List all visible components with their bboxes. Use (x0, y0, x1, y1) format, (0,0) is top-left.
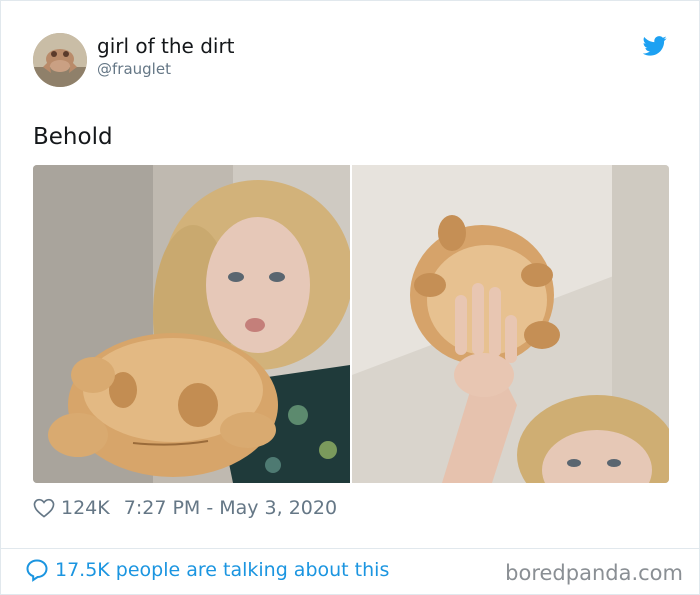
tweet-text: Behold (33, 124, 113, 150)
photo-bread-held-up[interactable] (352, 165, 669, 483)
avatar[interactable] (33, 33, 87, 87)
heart-icon[interactable] (33, 498, 55, 518)
display-name[interactable]: girl of the dirt (97, 34, 235, 58)
twitter-bird-icon[interactable] (643, 35, 667, 57)
tweet-media[interactable] (33, 165, 669, 483)
watermark: boredpanda.com (505, 561, 683, 585)
tweet-meta: 124K 7:27 PM - May 3, 2020 (33, 495, 337, 521)
footer-divider (1, 548, 700, 549)
user-handle[interactable]: @frauglet (97, 60, 171, 78)
conversation-link[interactable]: 17.5K people are talking about this (25, 558, 389, 582)
photo-selfie-with-bread[interactable] (33, 165, 350, 483)
conversation-text[interactable]: 17.5K people are talking about this (55, 559, 389, 581)
speech-bubble-icon (26, 559, 48, 582)
timestamp[interactable]: 7:27 PM - May 3, 2020 (124, 497, 337, 519)
like-count[interactable]: 124K (61, 497, 110, 519)
tweet-card: girl of the dirt @frauglet Behold 124K 7… (0, 0, 700, 595)
